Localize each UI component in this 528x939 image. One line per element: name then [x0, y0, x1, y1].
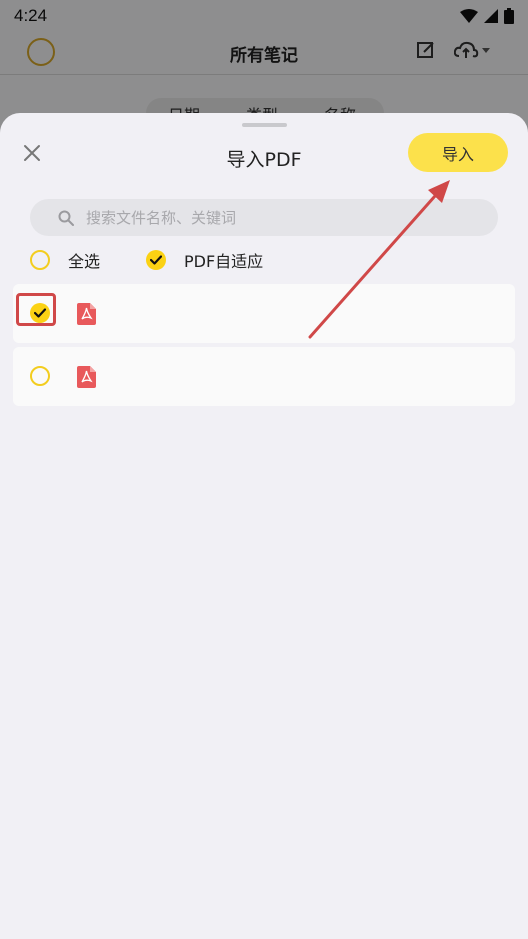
drag-handle[interactable]	[242, 123, 287, 127]
pdf-adapt-checkbox[interactable]	[146, 250, 166, 270]
select-all-label: 全选	[68, 252, 101, 271]
pdf-file-icon	[77, 303, 96, 325]
pdf-file-icon	[77, 366, 96, 388]
file-checkbox-wrap	[30, 303, 50, 323]
file-row[interactable]	[13, 347, 515, 406]
select-all-option[interactable]: 全选	[30, 247, 100, 273]
search-icon	[58, 210, 74, 226]
pdf-adapt-label: PDF自适应	[184, 252, 264, 271]
import-button[interactable]: 导入	[408, 133, 508, 172]
pdf-adapt-option[interactable]: PDF自适应	[146, 247, 263, 273]
check-icon	[150, 255, 162, 265]
search-input[interactable]	[84, 207, 468, 228]
file-checkbox-wrap	[30, 366, 50, 386]
search-bar	[30, 199, 498, 236]
select-all-radio[interactable]	[30, 250, 50, 270]
import-pdf-sheet: 导入PDF 导入 全选 PDF自适应	[0, 113, 528, 939]
file-checkbox[interactable]	[30, 303, 50, 323]
file-checkbox[interactable]	[30, 366, 50, 386]
check-icon	[34, 308, 46, 318]
file-row[interactable]	[13, 284, 515, 343]
